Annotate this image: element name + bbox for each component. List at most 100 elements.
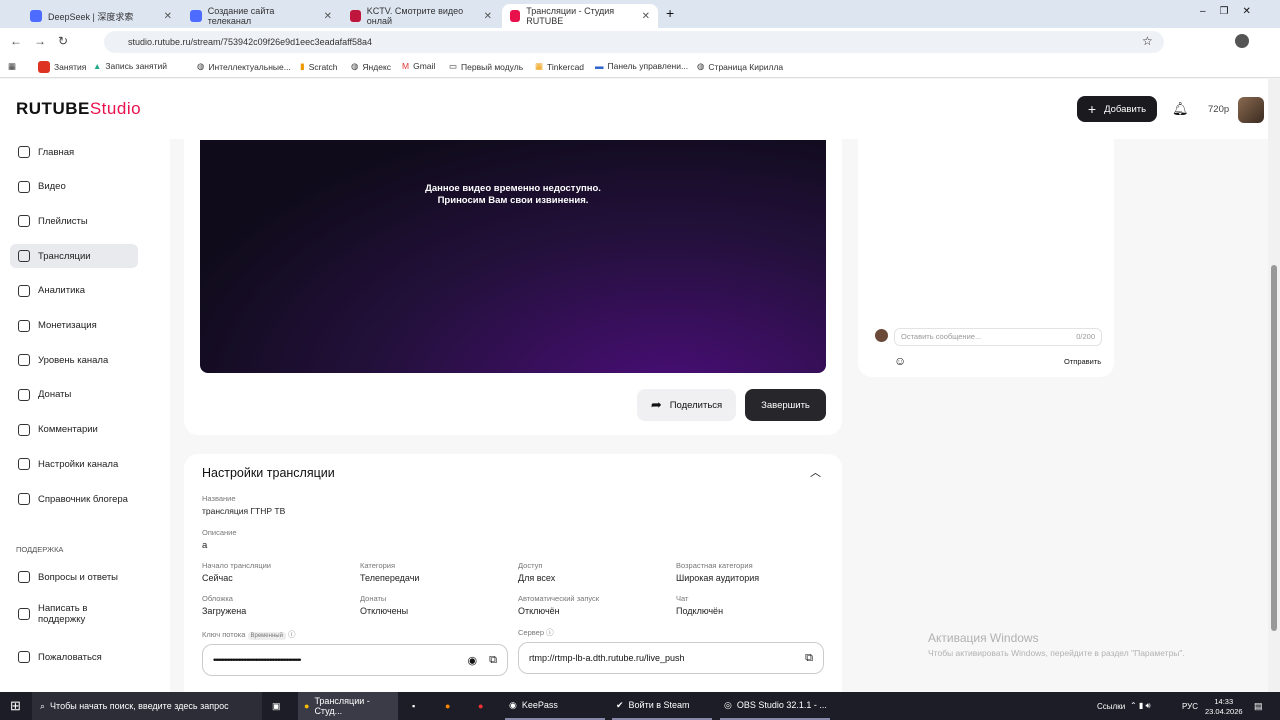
bookmark[interactable]: ▮ Scratch [300, 61, 338, 72]
sidebar-item-monetization[interactable]: Монетизация [10, 314, 138, 338]
bookmark-star-icon[interactable]: ☆ [1142, 34, 1153, 48]
sidebar-item-home[interactable]: Главная [10, 140, 138, 164]
sidebar-item-playlist[interactable]: Плейлисты [10, 209, 138, 233]
scrollbar-thumb[interactable] [1271, 265, 1277, 631]
bookmark[interactable]: ▭ Первый модуль [449, 61, 523, 72]
new-tab-icon[interactable]: + [666, 5, 674, 21]
sidebar-support-item[interactable]: Написать в поддержку [10, 599, 138, 629]
bell-icon[interactable]: 🔔︎ [1172, 101, 1189, 117]
handbook-icon [18, 493, 30, 505]
bookmark-icon [38, 61, 50, 73]
bookmark[interactable]: ▦ Tinkercad [535, 61, 584, 72]
profile-avatar[interactable] [1235, 34, 1249, 48]
bookmark[interactable]: ◍ Страница Кирилла [697, 61, 783, 72]
user-avatar[interactable] [1238, 97, 1264, 123]
monetization-icon [18, 319, 30, 332]
folder-icon: ▭ [449, 61, 458, 71]
sidebar-item-label: Вопросы и ответы [38, 571, 119, 583]
sidebar-item-comments[interactable]: Комментарии [10, 418, 138, 442]
playlist-icon [18, 215, 30, 228]
url-input[interactable]: studio.rutube.ru/stream/753942c09f26e9d1… [104, 31, 1164, 53]
panel-icon: ▬ [595, 61, 604, 71]
sidebar-item-handbook[interactable]: Справочник блогера [10, 487, 138, 511]
globe-icon: ◍ [697, 61, 705, 71]
taskbar-app[interactable]: ◉ KeePass [505, 692, 605, 720]
sidebar-support-item[interactable]: Вопросы и ответы [10, 565, 138, 589]
sidebar-item-settings[interactable]: Настройки канала [10, 452, 138, 476]
apps-icon[interactable]: ▦ [8, 61, 16, 72]
sidebar-item-broadcast[interactable]: Трансляции [10, 244, 138, 269]
rutube-studio-logo[interactable]: RUTUBEStudio [16, 99, 141, 119]
eye-icon[interactable]: ◉ [468, 654, 478, 667]
stream-key-input[interactable]: ••••••••••••••••••••••••••••••••••••••••… [202, 644, 508, 676]
sidebar-item-donations[interactable]: Донаты [10, 383, 138, 407]
close-tab-icon[interactable]: ✕ [324, 11, 332, 22]
add-button[interactable]: + Добавить [1077, 96, 1157, 122]
taskbar-app[interactable]: ● Трансляции - Студ... [298, 692, 398, 720]
window-controls[interactable]: –❐✕ [1200, 6, 1265, 17]
yandex-icon[interactable]: ● [478, 692, 483, 720]
bookmark[interactable]: ◍ Интеллектуальные... [197, 61, 291, 72]
rutube-icon [350, 10, 361, 22]
close-tab-icon[interactable]: ✕ [484, 11, 492, 22]
bookmark[interactable]: ▲ Запись занятий [93, 61, 167, 71]
sidebar-item-analytics[interactable]: Аналитика [10, 279, 138, 303]
browser-tab[interactable]: KCTV. Смотрите видео онлай ✕ [342, 4, 500, 28]
bookmark[interactable]: Занятия [38, 61, 86, 73]
bookmark[interactable]: ◍ Яндекс [351, 61, 391, 72]
browser-tab-active[interactable]: Трансляции - Студия RUTUBE ✕ [502, 4, 658, 28]
copy-icon[interactable]: ⧉ [489, 654, 497, 667]
taskbar-app[interactable]: ✔ Войти в Steam [612, 692, 712, 720]
links-toolbar[interactable]: Ссылки [1097, 692, 1125, 720]
chat-message-input[interactable]: Оставить сообщение... 0/200 [894, 328, 1102, 346]
sidebar-item-label: Настройки канала [38, 458, 119, 470]
taskbar-app[interactable]: ◎ OBS Studio 32.1.1 - ... [720, 692, 830, 720]
server-input[interactable]: rtmp://rtmp-lb-a.dth.rutube.ru/live_push… [518, 642, 824, 674]
gmail-icon: M [402, 61, 410, 71]
collapse-chevron-icon[interactable]: ︿ [810, 464, 821, 480]
notifications-icon[interactable]: ▤ [1254, 692, 1263, 720]
firefox-icon[interactable]: ● [445, 692, 450, 720]
field-value: Отключён [518, 606, 560, 616]
clock[interactable]: 14:33 23.04.2026 [1205, 692, 1243, 720]
sidebar-item-label: Монетизация [38, 320, 97, 331]
sidebar-item-label: Плейлисты [38, 215, 88, 227]
address-bar-row: ←→↻ studio.rutube.ru/stream/753942c09f26… [0, 28, 1280, 56]
copy-icon[interactable]: ⧉ [805, 652, 813, 665]
help-icon[interactable]: ⓘ [546, 628, 554, 637]
nav-buttons[interactable]: ←→↻ [10, 34, 80, 48]
bookmark[interactable]: M Gmail [402, 61, 435, 71]
desc-value: а [202, 540, 208, 551]
settings-title: Настройки трансляции [202, 466, 335, 480]
terminal-icon[interactable]: ▪ [412, 692, 415, 720]
video-player[interactable]: Данное видео временно недоступно. Принос… [200, 140, 826, 373]
share-button[interactable]: ➦ Поделиться [637, 389, 736, 421]
send-button[interactable]: Отправить [1064, 357, 1101, 366]
language-indicator[interactable]: РУС [1182, 692, 1198, 720]
finish-stream-button[interactable]: Завершить [745, 389, 826, 421]
emoji-icon[interactable]: ☺ [894, 354, 906, 368]
close-tab-icon[interactable]: ✕ [164, 11, 172, 22]
windows-activation-watermark: Активация Windows Чтобы активировать Win… [928, 631, 1185, 658]
close-tab-icon[interactable]: ✕ [642, 11, 650, 22]
taskbar-search[interactable]: ⌕ Чтобы начать поиск, введите здесь запро… [32, 692, 262, 720]
field-value: Для всех [518, 573, 556, 583]
bookmarks-bar: ▦ Занятия ▲ Запись занятий ◍ Интеллектуаль… [0, 56, 1280, 78]
obs-icon: ◎ [724, 699, 732, 710]
sidebar-support-item[interactable]: Пожаловаться [10, 645, 138, 669]
task-view-icon[interactable]: ▣ [272, 692, 281, 720]
browser-tab[interactable]: Создание сайта телеканал ✕ [182, 4, 340, 28]
deepseek-icon [190, 10, 202, 22]
help-icon[interactable]: ⓘ [288, 630, 296, 639]
sidebar-item-video[interactable]: Видео [10, 175, 138, 199]
sidebar-item-level[interactable]: Уровень канала [10, 348, 138, 372]
browser-tab-bar: DeepSeek | 深度求索 ✕ Создание сайта телекана… [0, 0, 1280, 28]
field-value: Загружена [202, 606, 247, 616]
windows-start-icon[interactable]: ⊞ [10, 692, 21, 720]
field-label: Донаты [360, 594, 387, 603]
tray-icons[interactable]: ⌃ ▮ 🔊︎ [1130, 692, 1151, 720]
browser-tab[interactable]: DeepSeek | 深度求索 ✕ [22, 4, 180, 28]
char-counter: 0/200 [1076, 332, 1095, 341]
scrollbar[interactable] [1268, 79, 1280, 692]
bookmark[interactable]: ▬ Панель управлени... [595, 61, 688, 71]
